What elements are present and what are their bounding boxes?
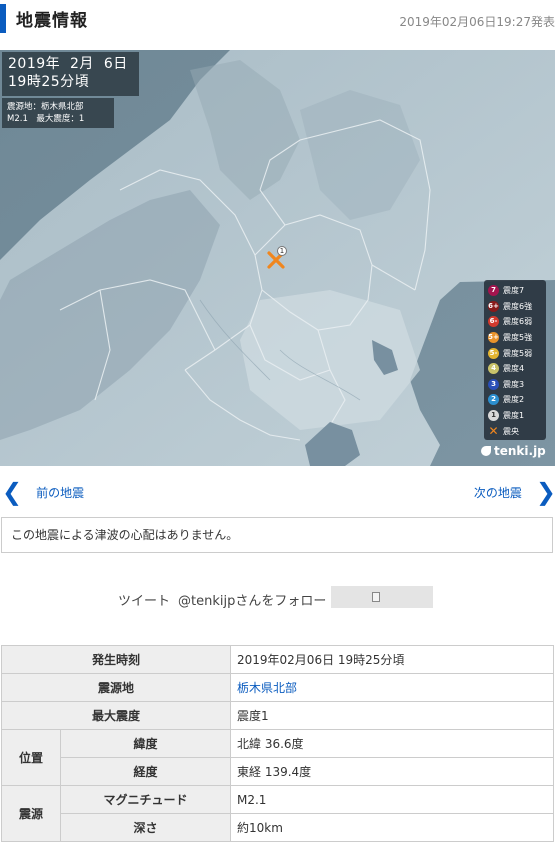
epicenter-link[interactable]: 栃木県北部 <box>230 673 554 702</box>
legend-item: 4 震度4 <box>488 361 542 377</box>
legend-item: 2 震度2 <box>488 392 542 408</box>
map-info-overlay: 震源地：栃木県北部 M2.1 最大震度：1 <box>2 98 114 128</box>
legend-item: 5- 震度5弱 <box>488 345 542 361</box>
legend-item: 7 震度7 <box>488 283 542 299</box>
intensity-badge-icon: 5- <box>488 347 499 359</box>
table-row: 位置 緯度 北緯 36.6度 <box>1 729 554 786</box>
intensity-badge-icon: 2 <box>488 394 499 406</box>
next-earthquake-label[interactable]: 次の地震 <box>474 484 522 501</box>
map-epicenter-text: 震源地：栃木県北部 <box>7 102 84 112</box>
epicenter-header: 震源地 <box>1 673 231 702</box>
map-date: 2019年 2月 6日 <box>8 56 128 72</box>
legend-item: 5+ 震度5強 <box>488 330 542 346</box>
legend-item: 6+ 震度6強 <box>488 299 542 315</box>
intensity-badge-icon: 7 <box>488 285 499 297</box>
legend-item: 1 震度1 <box>488 408 542 424</box>
chevron-left-icon: ❮ <box>2 478 23 506</box>
map-magnitude-text: M2.1 最大震度：1 <box>7 114 85 124</box>
occurred-time-header: 発生時刻 <box>1 645 231 674</box>
tweet-button[interactable]: ツイート <box>118 590 170 609</box>
legend-label: 震度2 <box>503 395 525 405</box>
magnitude-value: M2.1 <box>230 785 554 814</box>
tenki-brand-logo: tenki.jp <box>481 444 546 458</box>
legend-label: 震度4 <box>503 364 525 374</box>
table-row: 発生時刻 2019年02月06日 19時25分頃 <box>1 645 554 674</box>
chevron-right-icon: ❯ <box>535 478 556 506</box>
table-row: 最大震度 震度1 <box>1 701 554 730</box>
previous-earthquake-link[interactable]: ❮ 前の地震 <box>2 479 84 505</box>
latitude-header: 緯度 <box>60 729 231 758</box>
map-date-overlay: 2019年 2月 6日 19時25分頃 <box>2 52 139 96</box>
occurred-time-value: 2019年02月06日 19時25分頃 <box>230 645 554 674</box>
map-time: 19時25分頃 <box>8 74 90 90</box>
facebook-like-placeholder[interactable] <box>331 586 433 608</box>
longitude-value: 東経 139.4度 <box>230 757 554 786</box>
published-timestamp: 2019年02月06日19:27発表 <box>399 15 555 29</box>
latitude-value: 北緯 36.6度 <box>230 729 554 758</box>
max-intensity-header: 最大震度 <box>1 701 231 730</box>
earthquake-map: 2019年 2月 6日 19時25分頃 震源地：栃木県北部 M2.1 最大震度：… <box>0 50 555 466</box>
legend-item: ✕ 震央 <box>488 423 542 439</box>
max-intensity-value: 震度1 <box>230 701 554 730</box>
longitude-header: 経度 <box>60 757 231 786</box>
table-row: 経度 東経 139.4度 <box>2 757 554 786</box>
social-buttons: ツイート @tenkijpさんをフォロー <box>0 585 559 609</box>
legend-label: 震央 <box>503 426 519 436</box>
legend-label: 震度3 <box>503 379 525 389</box>
intensity-legend: 7 震度7 6+ 震度6強 6- 震度6弱 5+ 震度5強 5- 震度5弱 4 震度4 3 震度3 2 震度2… <box>484 280 546 440</box>
previous-earthquake-label[interactable]: 前の地震 <box>36 484 84 501</box>
depth-value: 約10km <box>230 813 554 842</box>
legend-label: 震度5弱 <box>503 348 533 358</box>
earthquake-details-table: 発生時刻 2019年02月06日 19時25分頃 震源地 栃木県北部 最大震度 … <box>1 645 554 842</box>
table-row: 震源 マグニチュード M2.1 <box>1 785 554 842</box>
page-header: 地震情報 2019年02月06日19:27発表 <box>0 0 559 44</box>
legend-label: 震度5強 <box>503 333 533 343</box>
source-header: 震源 <box>1 785 61 842</box>
page-title: 地震情報 <box>16 11 88 31</box>
legend-label: 震度6強 <box>503 301 533 311</box>
tenki-logo-icon <box>481 446 491 456</box>
intensity-badge-icon: 1 <box>488 410 499 422</box>
legend-label: 震度7 <box>503 286 525 296</box>
legend-label: 震度6弱 <box>503 317 533 327</box>
intensity-badge-icon: 6+ <box>488 300 499 312</box>
tsunami-notice: この地震による津波の心配はありません。 <box>1 517 553 553</box>
table-row: 震源地 栃木県北部 <box>1 673 554 702</box>
intensity-badge-icon: 5+ <box>488 332 499 344</box>
magnitude-header: マグニチュード <box>60 785 231 814</box>
legend-label: 震度1 <box>503 411 525 421</box>
legend-item: 6- 震度6弱 <box>488 314 542 330</box>
intensity-badge-icon: 4 <box>488 363 499 375</box>
header-accent-bar <box>0 4 6 33</box>
intensity-badge-icon: 6- <box>488 316 499 328</box>
intensity-badge-icon: 3 <box>488 378 499 390</box>
position-header: 位置 <box>1 729 61 786</box>
next-earthquake-link[interactable]: 次の地震 ❯ <box>474 479 556 505</box>
depth-header: 深さ <box>60 813 231 842</box>
earthquake-navigation: ❮ 前の地震 次の地震 ❯ <box>0 474 559 510</box>
epicenter-x-icon: ✕ <box>488 423 499 438</box>
broken-image-icon <box>372 592 380 602</box>
follow-button[interactable]: @tenkijpさんをフォロー <box>178 590 326 609</box>
epicenter-intensity-marker: 1 <box>277 246 287 256</box>
legend-item: 3 震度3 <box>488 377 542 393</box>
table-row: 深さ 約10km <box>2 813 554 842</box>
brand-name: tenki.jp <box>494 444 546 458</box>
